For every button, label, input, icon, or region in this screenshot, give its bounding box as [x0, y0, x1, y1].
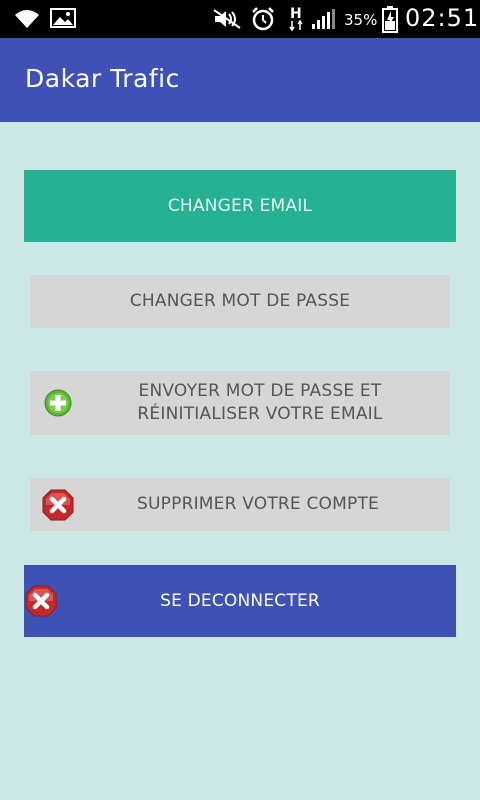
change-password-label: CHANGER MOT DE PASSE	[129, 291, 351, 311]
alarm-icon	[250, 6, 276, 36]
svg-text:H: H	[290, 6, 302, 22]
signal-icon	[310, 8, 336, 34]
app-title: Dakar Trafic	[25, 64, 180, 93]
add-icon	[44, 389, 72, 424]
change-email-label: CHANGER EMAIL	[167, 195, 313, 216]
logout-label: SE DECONNECTER	[160, 590, 320, 611]
change-email-button[interactable]: CHANGER EMAIL	[24, 170, 456, 242]
delete-account-label: SUPPRIMER VOTRE COMPTE	[137, 494, 379, 514]
logout-icon	[24, 584, 58, 625]
change-password-button[interactable]: CHANGER MOT DE PASSE	[30, 275, 450, 328]
logout-button[interactable]: SE DECONNECTER	[24, 565, 456, 637]
send-password-label-line2: RÉINITIALISER VOTRE EMAIL	[137, 404, 383, 424]
send-password-reset-email-button[interactable]: ENVOYER MOT DE PASSE ET RÉINITIALISER VO…	[30, 371, 450, 435]
battery-icon	[382, 5, 398, 37]
network-h-icon: H	[289, 4, 305, 36]
image-icon	[50, 8, 76, 32]
send-password-label: ENVOYER MOT DE PASSE ET RÉINITIALISER VO…	[137, 380, 382, 426]
mute-icon	[212, 8, 242, 34]
delete-icon	[41, 488, 75, 529]
delete-account-button[interactable]: SUPPRIMER VOTRE COMPTE	[30, 478, 450, 531]
battery-percent: 35%	[344, 11, 378, 29]
send-password-label-line1: ENVOYER MOT DE PASSE ET	[138, 381, 382, 401]
status-bar: H 35% 02:51	[0, 0, 480, 38]
clock: 02:51	[405, 4, 480, 32]
app-bar: Dakar Trafic	[0, 38, 480, 122]
wifi-icon	[14, 7, 40, 33]
